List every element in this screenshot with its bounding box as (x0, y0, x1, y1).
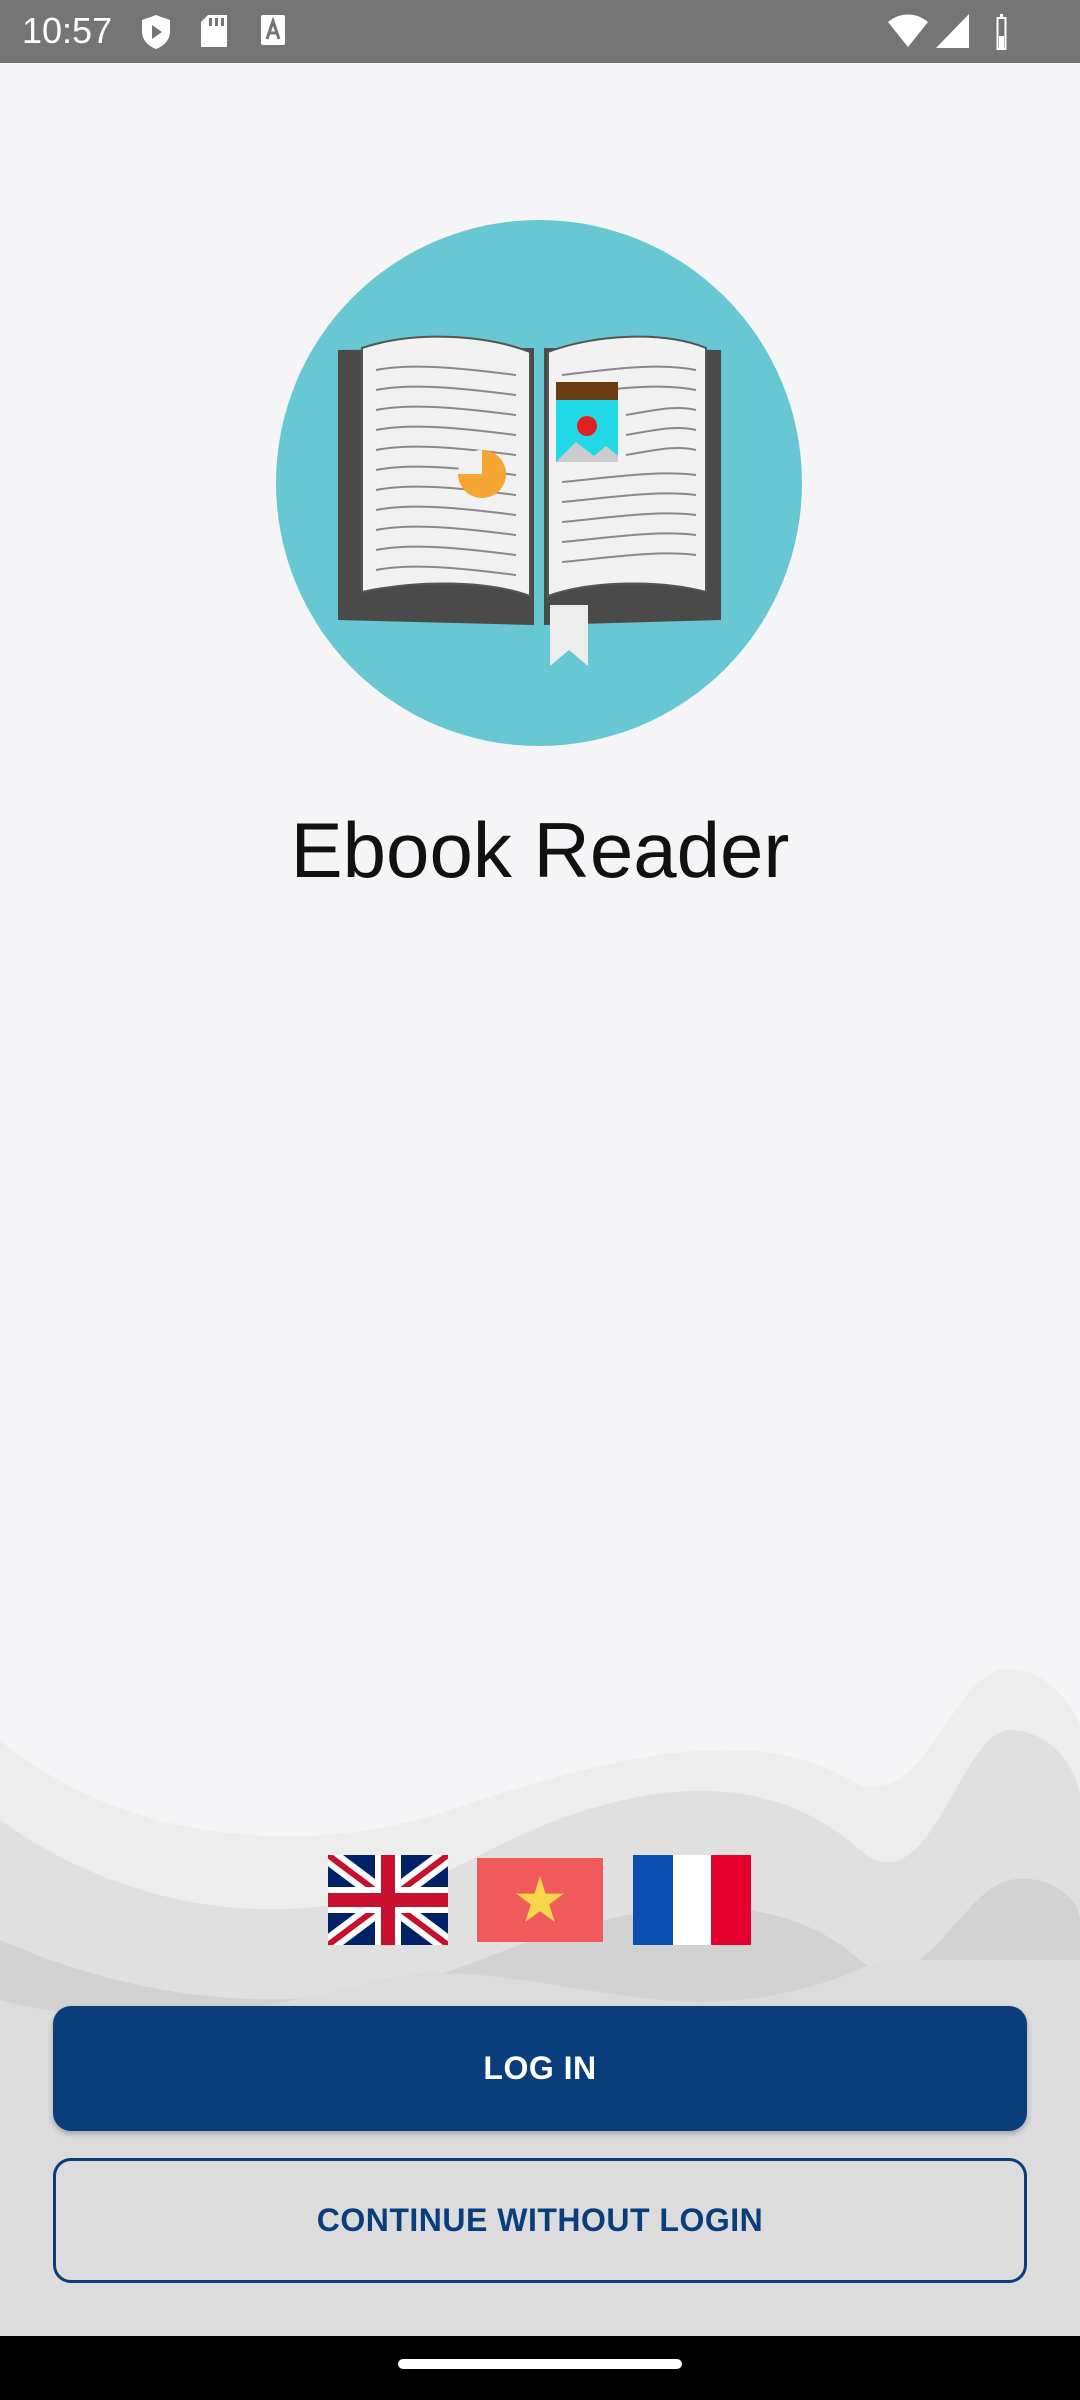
france-flag-icon[interactable] (633, 1855, 751, 1945)
app-logo (276, 220, 802, 746)
uk-flag-icon[interactable] (328, 1855, 448, 1945)
status-time: 10:57 (22, 10, 113, 51)
navigation-bar (0, 2336, 1080, 2400)
battery-icon (996, 14, 1007, 50)
continue-without-login-button[interactable]: CONTINUE WITHOUT LOGIN (53, 2158, 1027, 2283)
login-button[interactable]: LOG IN (53, 2006, 1027, 2131)
shield-play-icon (142, 15, 170, 49)
vietnam-flag-icon[interactable] (477, 1855, 603, 1945)
signal-icon (936, 14, 969, 48)
font-a-icon (261, 15, 285, 45)
home-gesture-handle[interactable] (398, 2359, 682, 2369)
app-title: Ebook Reader (290, 806, 790, 894)
open-book-icon (338, 335, 721, 666)
status-bar: 10:57 (0, 0, 1080, 63)
wifi-icon (888, 14, 928, 47)
sd-card-icon (201, 15, 227, 47)
